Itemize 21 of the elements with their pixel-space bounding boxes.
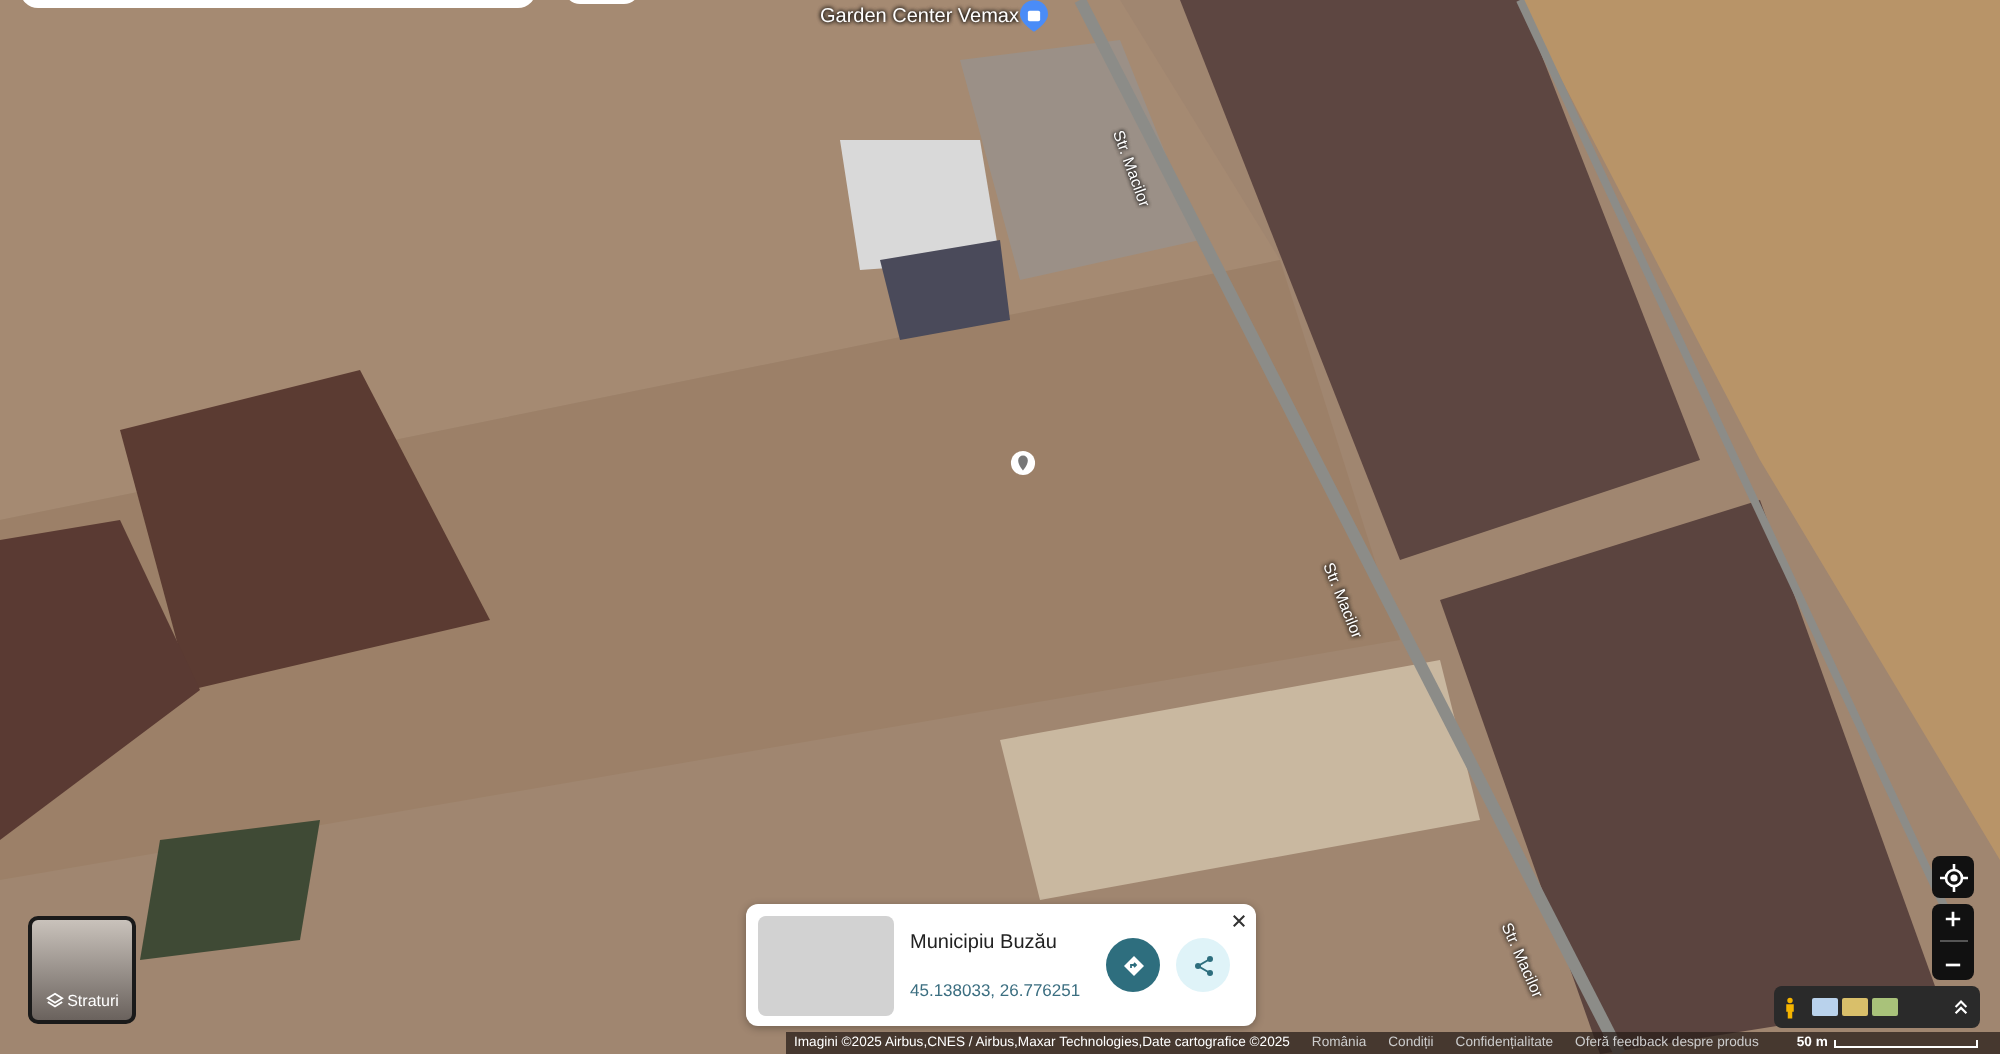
my-location-icon xyxy=(1939,863,1967,891)
place-thumbnail xyxy=(758,915,894,1015)
layers-button[interactable]: Straturi xyxy=(28,916,136,1024)
share-button[interactable] xyxy=(1176,938,1230,992)
directions-button[interactable] xyxy=(1106,938,1160,992)
street-label: Str. Macilor xyxy=(1319,560,1366,641)
map-marker-icon[interactable] xyxy=(1010,450,1036,476)
map-type-thumbnail[interactable] xyxy=(1812,998,1838,1016)
pegman-icon[interactable] xyxy=(1784,995,1796,1019)
share-icon xyxy=(1191,953,1215,977)
expand-icon[interactable] xyxy=(1952,998,1970,1016)
map-type-thumbnail[interactable] xyxy=(1842,998,1868,1016)
directions-icon xyxy=(1121,953,1145,977)
close-icon[interactable] xyxy=(1232,914,1246,928)
street-label: Str. Macilor xyxy=(1109,128,1154,210)
coordinates-text: 45.138033, 26.776251 xyxy=(910,979,1083,999)
place-title: Municipiu Buzău xyxy=(910,931,1059,953)
zoom-in-icon[interactable] xyxy=(1944,910,1962,929)
map-type-thumbnail[interactable] xyxy=(1872,998,1898,1016)
my-location-button[interactable] xyxy=(1932,856,1974,898)
layers-icon xyxy=(45,992,64,1010)
